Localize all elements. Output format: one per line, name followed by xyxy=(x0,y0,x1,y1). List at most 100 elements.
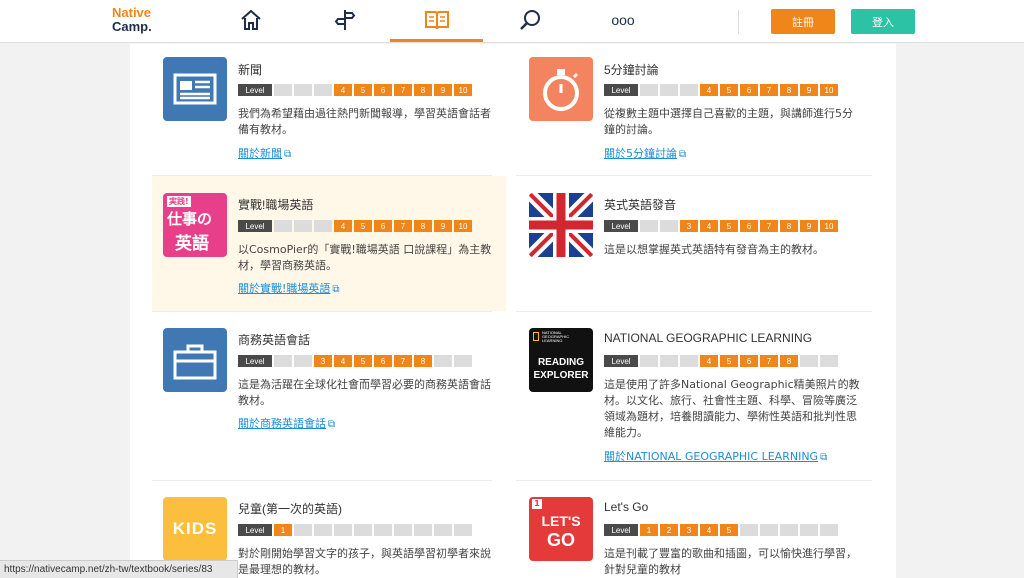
thumb-line-2: 英語 xyxy=(175,234,209,254)
book-icon[interactable] xyxy=(423,6,451,34)
natgeo-frame-icon xyxy=(533,332,539,341)
signpost-icon[interactable] xyxy=(331,6,359,34)
link-text: 關於實戰!職場英語 xyxy=(238,282,331,295)
level-box: 4 xyxy=(334,220,352,232)
level-box: 10 xyxy=(454,84,472,96)
level-box: 5 xyxy=(354,84,372,96)
thumb-badge: 1 xyxy=(532,499,542,509)
thumb-brand-3: LEARNING xyxy=(542,338,563,343)
level-scale: Level 3 4 5 6 7 8 xyxy=(238,355,472,367)
level-box xyxy=(640,355,658,367)
textbook-list: 新聞 Level 4 5 6 7 8 9 10 我們為希望藉由過往熱門新聞報導，學習英語會話者… xyxy=(130,44,896,578)
textbook-card-lets-go[interactable]: 1 LET'S GO Let's Go Level 1 2 3 4 5 這是刊載了豐富的歌… xyxy=(516,481,870,578)
thumb-tag: 実践! xyxy=(167,196,191,207)
level-box: 4 xyxy=(700,355,718,367)
card-title: 英式英語發音 xyxy=(604,198,677,212)
level-box xyxy=(680,355,698,367)
level-box: 6 xyxy=(740,355,758,367)
header-divider xyxy=(738,10,739,34)
home-icon[interactable] xyxy=(237,6,265,34)
level-box: 1 xyxy=(640,524,658,536)
level-box: 5 xyxy=(354,355,372,367)
level-box xyxy=(274,84,292,96)
level-box: 10 xyxy=(820,84,838,96)
level-box: 5 xyxy=(354,220,372,232)
level-label: Level xyxy=(238,524,272,536)
login-button[interactable]: 登入 xyxy=(851,9,915,34)
thumb-label: KIDS xyxy=(172,519,218,538)
level-box xyxy=(434,355,452,367)
more-icon[interactable]: ooo xyxy=(609,6,637,34)
level-box xyxy=(780,524,798,536)
native-camp-logo[interactable]: Native Camp. xyxy=(112,6,172,34)
textbook-card-british-pronunciation[interactable]: 英式英語發音 Level 3 4 5 6 7 8 9 10 這是以想掌握英式英語特有發音為主的教… xyxy=(516,176,870,311)
level-box: 4 xyxy=(334,355,352,367)
card-title: 商務英語會話 xyxy=(238,333,311,347)
news-thumbnail xyxy=(163,57,227,121)
level-box xyxy=(314,84,332,96)
level-box: 3 xyxy=(314,355,332,367)
level-box: 4 xyxy=(700,84,718,96)
card-title: 實戰!職場英語 xyxy=(238,198,314,212)
briefcase-thumbnail xyxy=(163,328,227,392)
level-box: 7 xyxy=(394,355,412,367)
textbook-card-news[interactable]: 新聞 Level 4 5 6 7 8 9 10 我們為希望藉由過往熱門新聞報導，學習英語會話者… xyxy=(152,44,506,175)
card-description: 以CosmoPier的「實戰!職場英語 口說課程」為主教材，學習商務英語。 xyxy=(238,243,492,272)
search-icon[interactable] xyxy=(516,6,544,34)
level-box xyxy=(660,355,678,367)
level-box: 8 xyxy=(780,84,798,96)
shigoto-eigo-thumbnail: 実践! 仕事の 英語 xyxy=(163,193,227,257)
level-box: 6 xyxy=(374,220,392,232)
level-box xyxy=(820,524,838,536)
external-link-icon: ⧉ xyxy=(332,284,340,295)
level-box: 8 xyxy=(414,84,432,96)
card-link-national-geographic[interactable]: 關於NATIONAL GEOGRAPHIC LEARNING ⧉ xyxy=(604,448,827,464)
level-label: Level xyxy=(238,84,272,96)
level-box xyxy=(294,220,312,232)
card-description: 這是以想掌握英式英語特有發音為主的教材。 xyxy=(604,243,824,256)
level-box: 9 xyxy=(800,84,818,96)
card-link-business-practice[interactable]: 關於實戰!職場英語 ⧉ xyxy=(238,280,340,296)
level-box: 8 xyxy=(414,355,432,367)
kids-thumbnail: KIDS xyxy=(163,497,227,561)
level-box: 7 xyxy=(760,84,778,96)
level-box xyxy=(294,524,312,536)
level-box: 7 xyxy=(394,220,412,232)
level-box xyxy=(820,355,838,367)
card-title: 5分鐘討論 xyxy=(604,63,659,77)
active-tab-indicator xyxy=(390,39,483,42)
level-box: 6 xyxy=(740,84,758,96)
external-link-icon: ⧉ xyxy=(284,149,292,160)
level-box xyxy=(454,524,472,536)
level-box xyxy=(274,220,292,232)
level-box xyxy=(314,220,332,232)
level-label: Level xyxy=(604,355,638,367)
register-button[interactable]: 註冊 xyxy=(771,9,835,34)
card-description: 這是使用了許多National Geographic精美照片的教材。以文化、旅行… xyxy=(604,378,860,439)
level-scale: Level 1 2 3 4 5 xyxy=(604,524,838,536)
external-link-icon: ⧉ xyxy=(679,149,687,160)
textbook-card-business-practice[interactable]: 実践! 仕事の 英語 實戰!職場英語 Level 4 5 6 7 8 9 10 以CosmoP… xyxy=(152,176,506,311)
level-box: 7 xyxy=(394,84,412,96)
card-link-business-conversation[interactable]: 關於商務英語會話 ⧉ xyxy=(238,415,335,431)
level-box: 9 xyxy=(800,220,818,232)
level-box: 4 xyxy=(334,84,352,96)
level-label: Level xyxy=(238,220,272,232)
thumb-line-1: 仕事の xyxy=(167,210,213,228)
level-box xyxy=(274,355,292,367)
level-scale: Level 4 5 6 7 8 9 10 xyxy=(238,220,472,232)
textbook-card-business-conversation[interactable]: 商務英語會話 Level 3 4 5 6 7 8 這是為活躍在全球化社會而學習必要的商務英語… xyxy=(152,312,506,480)
textbook-card-national-geographic[interactable]: NATIONAL GEOGRAPHIC LEARNING READING EXP… xyxy=(516,312,870,480)
card-title: Let's Go xyxy=(604,500,649,514)
card-link-news[interactable]: 關於新聞 ⧉ xyxy=(238,145,291,161)
level-box: 9 xyxy=(434,84,452,96)
logo-line-2: Camp. xyxy=(112,19,152,34)
card-link-5min[interactable]: 關於5分鐘討論 ⧉ xyxy=(604,145,686,161)
level-box xyxy=(374,524,392,536)
level-box xyxy=(800,355,818,367)
level-box xyxy=(660,84,678,96)
level-box xyxy=(640,220,658,232)
level-box xyxy=(760,524,778,536)
level-box xyxy=(800,524,818,536)
textbook-card-5min-discussion[interactable]: 5分鐘討論 Level 4 5 6 7 8 9 10 從複數主題中選擇自己喜歡的主題，與講師進… xyxy=(516,44,870,175)
